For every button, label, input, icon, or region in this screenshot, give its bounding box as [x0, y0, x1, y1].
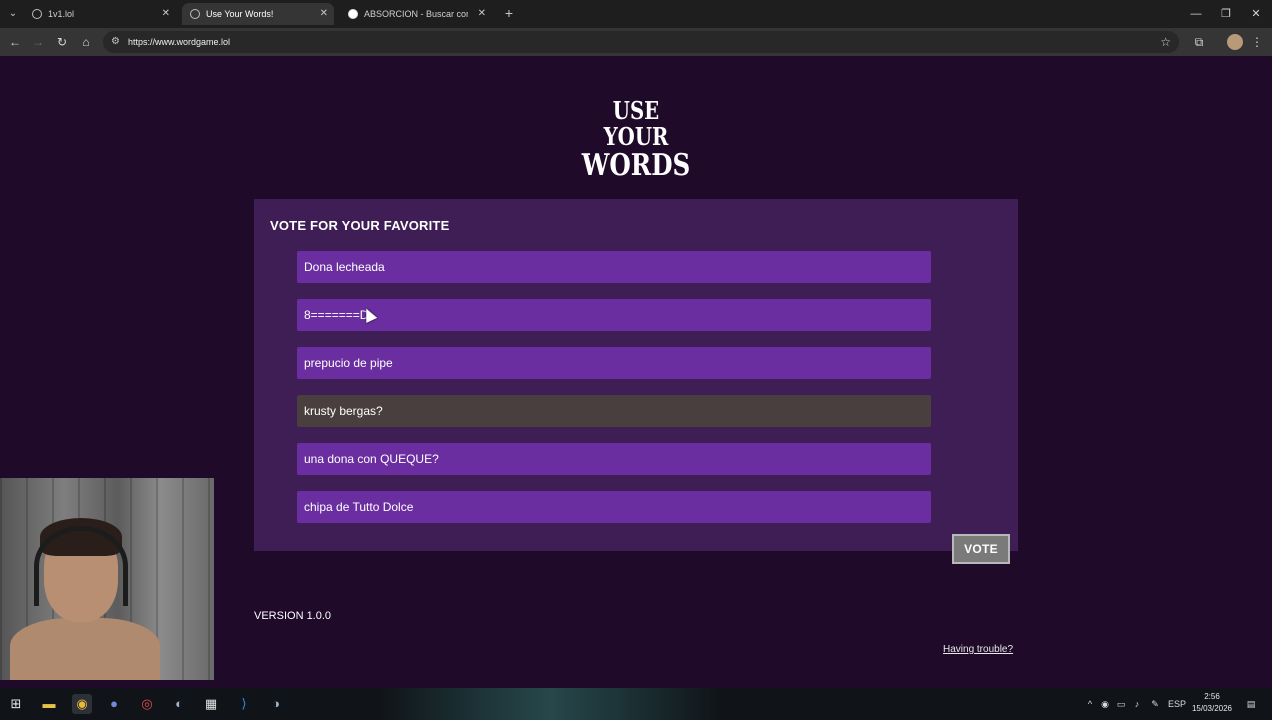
address-bar[interactable]: ⚙ https://www.wordgame.lol ☆	[103, 31, 1179, 53]
tray-record-icon[interactable]: ◉	[1098, 694, 1112, 714]
tab-1v1[interactable]: 1v1.lol ✕	[24, 3, 176, 25]
close-icon[interactable]: ✕	[320, 3, 328, 25]
url-text[interactable]: https://www.wordgame.lol	[128, 31, 230, 53]
new-tab-button[interactable]: +	[500, 4, 518, 22]
home-icon[interactable]: ⌂	[77, 33, 95, 51]
pen-icon[interactable]: ✎	[1148, 694, 1162, 714]
chrome-alt-icon[interactable]: ◎	[137, 694, 157, 714]
language-indicator[interactable]: ESP	[1166, 694, 1188, 714]
globe-icon	[190, 9, 200, 19]
forward-arrow-icon[interactable]: →	[29, 33, 47, 51]
use-your-words-logo: USE YOUR WORDS	[579, 98, 694, 182]
answer-option[interactable]: prepucio de pipe	[297, 347, 931, 379]
answer-option[interactable]: una dona con QUEQUE?	[297, 443, 931, 475]
volume-icon[interactable]: ♪	[1130, 694, 1144, 714]
google-icon	[348, 9, 358, 19]
answer-option[interactable]: chipa de Tutto Dolce	[297, 491, 931, 523]
steam-alt-icon[interactable]: ◑	[266, 694, 286, 714]
answer-option[interactable]: 8=======D	[297, 299, 931, 331]
tab-use-your-words[interactable]: Use Your Words! ✕	[182, 3, 334, 25]
version-label: VERSION 1.0.0	[254, 610, 332, 622]
vote-heading: VOTE FOR YOUR FAVORITE	[270, 218, 450, 233]
chrome-icon[interactable]: ◉	[72, 694, 92, 714]
tab-title: 1v1.lol	[48, 9, 75, 19]
minimize-icon[interactable]: —	[1184, 5, 1208, 23]
reload-icon[interactable]: ↻	[53, 33, 71, 51]
close-icon[interactable]: ✕	[478, 3, 486, 25]
menu-kebab-icon[interactable]: ⋮	[1250, 33, 1264, 51]
vote-button[interactable]: VOTE	[952, 534, 1010, 564]
discord-icon[interactable]: ●	[104, 694, 124, 714]
tab-title: ABSORCION - Buscar con Goog	[364, 9, 468, 19]
browser-tab-bar: ⌄ 1v1.lol ✕ Use Your Words! ✕ ABSORCION …	[0, 0, 1272, 28]
close-icon[interactable]: ✕	[162, 3, 170, 25]
tray-chevron-icon[interactable]: ^	[1083, 694, 1097, 714]
webcam-overlay	[0, 478, 214, 680]
tab-title: Use Your Words!	[206, 9, 274, 19]
tab-search-chevron-icon[interactable]: ⌄	[4, 5, 22, 23]
bookmark-star-icon[interactable]: ☆	[1160, 31, 1171, 53]
logo-line-2: WORDS	[581, 148, 691, 183]
close-window-icon[interactable]: ✕	[1244, 5, 1268, 23]
site-info-icon[interactable]: ⚙	[111, 35, 120, 49]
vote-panel: VOTE FOR YOUR FAVORITE Dona lecheada 8==…	[254, 199, 1018, 551]
extensions-puzzle-icon[interactable]: ⧉	[1190, 33, 1208, 51]
streamer-body	[10, 618, 160, 680]
logo-line-1: USE YOUR	[603, 96, 669, 151]
browser-toolbar: ← → ↻ ⌂ ⚙ https://www.wordgame.lol ☆ ⧉ ⋮	[0, 28, 1272, 56]
tab-absorcion-search[interactable]: ABSORCION - Buscar con Goog ✕	[340, 3, 492, 25]
back-arrow-icon[interactable]: ←	[6, 33, 24, 51]
tray-display-icon[interactable]: ▭	[1114, 694, 1128, 714]
having-trouble-link[interactable]: Having trouble?	[943, 644, 1013, 655]
vscode-icon[interactable]: ⟩	[234, 694, 254, 714]
headset-icon	[34, 526, 128, 606]
restore-icon[interactable]: ❐	[1214, 5, 1238, 23]
globe-icon	[32, 9, 42, 19]
clock-date: 15/03/2026	[1191, 704, 1233, 713]
start-windows-icon[interactable]: ⊞	[6, 694, 26, 714]
windows-taskbar: ⊞ ▬ ◉ ● ◎ ◐ ▦ ⟩ ◑ ^ ◉ ▭ ♪ ✎ ESP 2:56 15/…	[0, 688, 1272, 720]
clock-time: 2:56	[1204, 692, 1220, 701]
taskbar-wallpaper-strip	[380, 688, 720, 720]
notifications-icon[interactable]: ▤	[1243, 694, 1259, 714]
file-explorer-icon[interactable]: ▬	[39, 694, 59, 714]
answer-option-selected[interactable]: krusty bergas?	[297, 395, 931, 427]
profile-avatar[interactable]	[1227, 34, 1243, 50]
app-grid-icon[interactable]: ▦	[201, 694, 221, 714]
answer-option[interactable]: Dona lecheada	[297, 251, 931, 283]
steam-icon[interactable]: ◐	[169, 694, 189, 714]
system-clock[interactable]: 2:56 15/03/2026	[1187, 691, 1237, 715]
